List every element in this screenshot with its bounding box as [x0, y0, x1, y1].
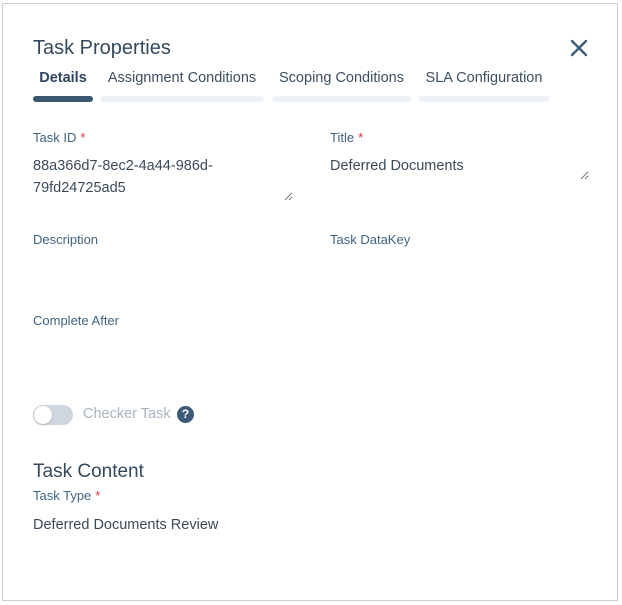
required-marker: *: [80, 130, 86, 145]
tab-assignment-conditions[interactable]: Assignment Conditions: [100, 68, 264, 102]
close-button[interactable]: [567, 36, 591, 60]
title-label: Title *: [330, 130, 363, 145]
complete-after-field[interactable]: [33, 338, 293, 360]
question-icon[interactable]: ?: [177, 406, 194, 423]
task-datakey-field[interactable]: [330, 256, 589, 278]
task-type-label: Task Type *: [33, 488, 100, 503]
tab-label: Assignment Conditions: [107, 70, 257, 86]
close-icon: [570, 39, 588, 57]
tab-sla-configuration[interactable]: SLA Configuration: [418, 68, 550, 102]
tab-indicator: [100, 96, 264, 102]
tab-bar: Details Assignment Conditions Scoping Co…: [3, 68, 617, 102]
task-id-label: Task ID *: [33, 130, 85, 145]
dialog-title: Task Properties: [33, 37, 171, 59]
checker-task-label: Checker Task: [83, 406, 171, 422]
tab-label: Details: [39, 70, 87, 86]
task-content-heading: Task Content: [33, 461, 144, 482]
description-label: Description: [33, 232, 99, 247]
tab-details[interactable]: Details: [33, 68, 93, 102]
tab-indicator: [272, 96, 411, 102]
tab-label: SLA Configuration: [425, 70, 543, 86]
task-properties-dialog: Task Properties Details Assignment Condi…: [2, 3, 618, 601]
description-field[interactable]: [33, 256, 293, 278]
title-field[interactable]: [330, 155, 589, 180]
complete-after-label: Complete After: [33, 313, 119, 328]
toggle-knob: [34, 406, 52, 424]
title-label-text: Title: [330, 130, 355, 145]
task-type-field[interactable]: Deferred Documents Review: [33, 517, 218, 533]
checker-task-toggle[interactable]: [33, 405, 73, 425]
task-type-label-text: Task Type: [33, 488, 92, 503]
tab-scoping-conditions[interactable]: Scoping Conditions: [272, 68, 411, 102]
required-marker: *: [358, 130, 364, 145]
task-id-field[interactable]: [33, 155, 293, 201]
tab-indicator: [418, 96, 550, 102]
required-marker: *: [95, 488, 101, 503]
task-id-label-text: Task ID: [33, 130, 77, 145]
tab-indicator: [33, 96, 93, 102]
tab-label: Scoping Conditions: [279, 70, 404, 86]
task-datakey-label: Task DataKey: [330, 232, 411, 247]
